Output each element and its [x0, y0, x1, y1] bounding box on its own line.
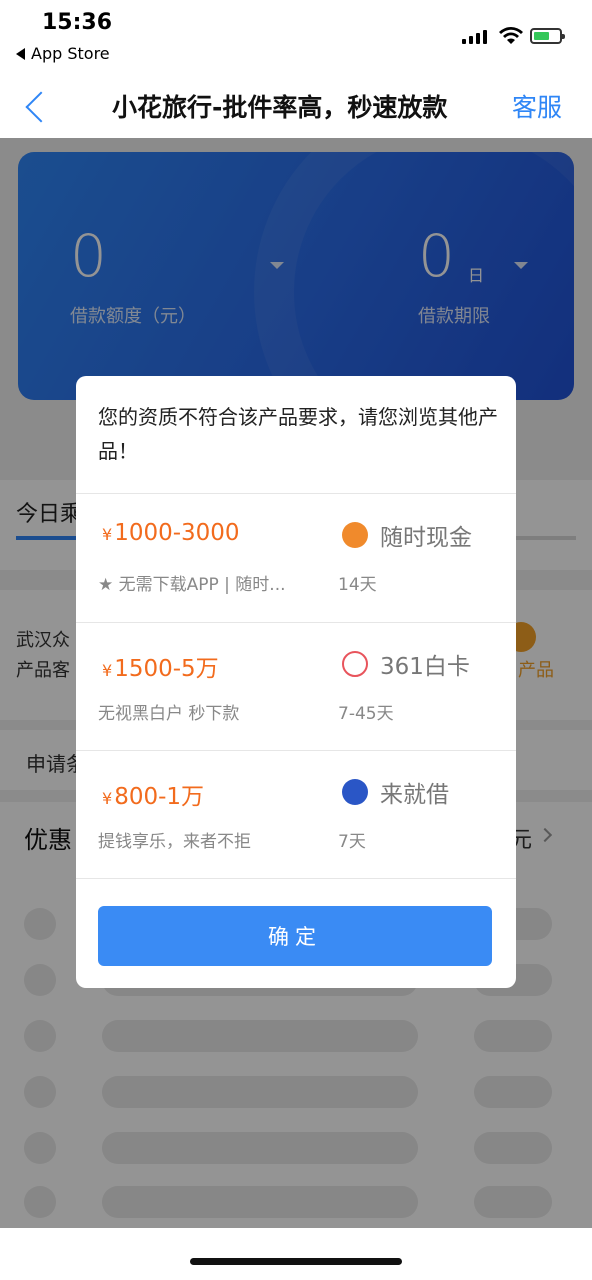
product-item[interactable]: ¥1500-5万 361白卡 无视黑白户 秒下款 7-45天	[76, 623, 516, 751]
status-bar: 15:36 App Store	[0, 0, 592, 80]
product-logo-icon	[342, 779, 368, 805]
confirm-button[interactable]: 确定	[98, 906, 492, 966]
back-to-app-store[interactable]: App Store	[16, 44, 110, 63]
status-time: 15:36	[42, 10, 113, 35]
product-term: 7-45天	[338, 704, 394, 724]
product-name: 来就借	[380, 782, 449, 808]
product-item[interactable]: ¥1000-3000 随时现金 ★ 无需下载APP | 随时... 14天	[76, 494, 516, 622]
nav-bar: 小花旅行-批件率高，秒速放款 客服	[0, 80, 592, 138]
product-amount: ¥1000-3000	[102, 520, 240, 546]
product-description: ★ 无需下载APP | 随时...	[98, 575, 286, 595]
dialog-message: 您的资质不符合该产品要求，请您浏览其他产品！	[98, 405, 498, 463]
product-logo-icon	[342, 522, 368, 548]
page-title: 小花旅行-批件率高，秒速放款	[112, 93, 448, 122]
back-triangle-icon	[16, 47, 25, 60]
product-description: 提钱享乐，来者不拒	[98, 832, 251, 852]
wifi-icon	[499, 27, 523, 44]
product-amount: ¥800-1万	[102, 784, 205, 810]
product-name: 361白卡	[380, 654, 470, 680]
product-term: 14天	[338, 575, 377, 595]
recommend-dialog: 您的资质不符合该产品要求，请您浏览其他产品！ ¥1000-3000 随时现金 ★…	[76, 376, 516, 988]
product-term: 7天	[338, 832, 366, 852]
product-logo-icon	[342, 651, 368, 677]
product-amount: ¥1500-5万	[102, 656, 219, 682]
divider	[76, 878, 516, 879]
signal-icon	[462, 28, 487, 44]
product-item[interactable]: ¥800-1万 来就借 提钱享乐，来者不拒 7天	[76, 751, 516, 879]
battery-icon	[530, 28, 565, 44]
product-description: 无视黑白户 秒下款	[98, 704, 240, 724]
customer-service-button[interactable]: 客服	[512, 88, 562, 124]
product-name: 随时现金	[380, 525, 472, 551]
home-indicator[interactable]	[190, 1258, 402, 1265]
back-chevron-icon[interactable]	[25, 91, 57, 123]
back-app-label: App Store	[31, 44, 110, 63]
